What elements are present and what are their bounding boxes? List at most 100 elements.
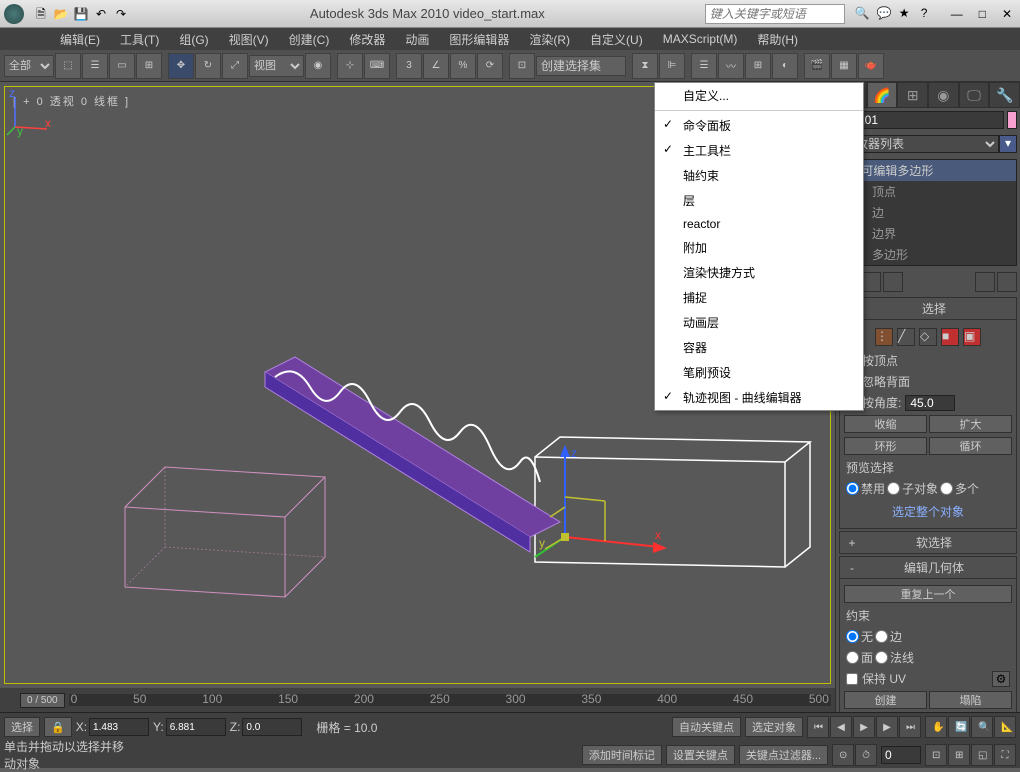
max-toggle-icon[interactable]: ◱ bbox=[971, 744, 993, 766]
object-color-swatch[interactable] bbox=[1007, 111, 1017, 129]
rotate-icon[interactable]: ↻ bbox=[195, 53, 221, 79]
add-time-tag-button[interactable]: 添加时间标记 bbox=[582, 745, 662, 765]
time-slider[interactable]: 0 / 500 050100150200250300350400450500 bbox=[0, 688, 835, 712]
menu-animation[interactable]: 动画 bbox=[395, 31, 439, 48]
constraint-edge-radio[interactable] bbox=[875, 630, 888, 643]
pan-icon[interactable]: ✋ bbox=[925, 716, 947, 738]
menu-modifiers[interactable]: 修改器 bbox=[339, 31, 395, 48]
redo-icon[interactable]: ↷ bbox=[112, 5, 130, 23]
utilities-tab-icon[interactable]: 🔧 bbox=[989, 82, 1020, 108]
help-icon[interactable]: ? bbox=[921, 6, 937, 22]
maximize-button[interactable]: □ bbox=[975, 7, 990, 21]
zoom-extents-icon[interactable]: ⊡ bbox=[925, 744, 947, 766]
set-key-button[interactable]: 设置关键点 bbox=[666, 745, 735, 765]
loop-button[interactable]: 循环 bbox=[929, 437, 1012, 455]
preview-multi-radio[interactable] bbox=[940, 482, 953, 495]
menu-edit[interactable]: 编辑(E) bbox=[50, 31, 110, 48]
select-lock-button[interactable]: 选择 bbox=[4, 717, 40, 737]
modifier-dropdown-button[interactable]: ▾ bbox=[999, 135, 1017, 153]
selected-object-button[interactable]: 选定对象 bbox=[745, 717, 803, 737]
menu-rendering[interactable]: 渲染(R) bbox=[519, 31, 580, 48]
stack-edge[interactable]: 边 bbox=[850, 202, 1016, 223]
communication-icon[interactable]: 💬 bbox=[877, 6, 893, 22]
x-coord-input[interactable] bbox=[89, 718, 149, 736]
select-object-icon[interactable]: ⬚ bbox=[55, 53, 81, 79]
menu-group[interactable]: 组(G) bbox=[169, 31, 218, 48]
spinner-snap-icon[interactable]: ⟳ bbox=[477, 53, 503, 79]
selection-filter[interactable]: 全部 bbox=[4, 55, 54, 77]
border-mode-icon[interactable]: ◇ bbox=[919, 328, 937, 346]
hierarchy-tab-icon[interactable]: ⊞ bbox=[897, 82, 928, 108]
menu-item-command-panel[interactable]: 命令面板 bbox=[655, 113, 863, 138]
menu-views[interactable]: 视图(V) bbox=[219, 31, 279, 48]
schematic-icon[interactable]: ⊞ bbox=[745, 53, 771, 79]
make-unique-icon[interactable] bbox=[883, 272, 903, 292]
star-icon[interactable]: ★ bbox=[899, 6, 915, 22]
angle-spinner[interactable] bbox=[905, 395, 955, 411]
menu-item-render-shortcuts[interactable]: 渲染快捷方式 bbox=[655, 260, 863, 285]
ring-button[interactable]: 环形 bbox=[844, 437, 927, 455]
menu-graph-editors[interactable]: 图形编辑器 bbox=[439, 31, 519, 48]
goto-end-icon[interactable]: ⏭ bbox=[899, 716, 921, 738]
edit-named-sel-icon[interactable]: ⊡ bbox=[509, 53, 535, 79]
soft-selection-header[interactable]: +软选择 bbox=[839, 531, 1017, 554]
menu-item-main-toolbar[interactable]: 主工具栏 bbox=[655, 138, 863, 163]
menu-item-extras[interactable]: 附加 bbox=[655, 235, 863, 260]
menu-item-reactor[interactable]: reactor bbox=[655, 213, 863, 235]
curve-editor-icon[interactable]: 〰 bbox=[718, 53, 744, 79]
polygon-mode-icon[interactable]: ■ bbox=[941, 328, 959, 346]
render-setup-icon[interactable]: 🎬 bbox=[804, 53, 830, 79]
search-input[interactable] bbox=[705, 4, 845, 24]
play-icon[interactable]: ▶ bbox=[853, 716, 875, 738]
motion-tab-icon[interactable]: ◉ bbox=[928, 82, 959, 108]
constraint-face-radio[interactable] bbox=[846, 651, 859, 664]
constraint-none-radio[interactable] bbox=[846, 630, 859, 643]
menu-customize[interactable]: 自定义(U) bbox=[580, 31, 653, 48]
display-tab-icon[interactable]: 🖵 bbox=[959, 82, 990, 108]
menu-help[interactable]: 帮助(H) bbox=[747, 31, 808, 48]
menu-item-snaps[interactable]: 捕捉 bbox=[655, 285, 863, 310]
current-frame-input[interactable] bbox=[881, 746, 921, 764]
show-end-result-icon[interactable] bbox=[861, 272, 881, 292]
fov-icon[interactable]: 📐 bbox=[994, 716, 1016, 738]
menu-item-trackview[interactable]: 轨迹视图 - 曲线编辑器 bbox=[655, 385, 863, 410]
auto-key-button[interactable]: 自动关键点 bbox=[672, 717, 741, 737]
menu-item-axis-constraints[interactable]: 轴约束 bbox=[655, 163, 863, 188]
zoom-icon[interactable]: 🔍 bbox=[971, 716, 993, 738]
layers-icon[interactable]: ☰ bbox=[691, 53, 717, 79]
preserve-uv-settings[interactable]: ⚙ bbox=[992, 671, 1010, 687]
stack-vertex[interactable]: 顶点 bbox=[850, 181, 1016, 202]
angle-snap-icon[interactable]: ∠ bbox=[423, 53, 449, 79]
edge-mode-icon[interactable]: ╱ bbox=[897, 328, 915, 346]
collapse-button[interactable]: 塌陷 bbox=[929, 691, 1012, 709]
close-button[interactable]: ✕ bbox=[998, 7, 1016, 21]
scale-icon[interactable]: ⤢ bbox=[222, 53, 248, 79]
zoom-region-icon[interactable]: ⊞ bbox=[948, 744, 970, 766]
render-frame-icon[interactable]: ▦ bbox=[831, 53, 857, 79]
next-frame-icon[interactable]: ▶ bbox=[876, 716, 898, 738]
lock-icon[interactable]: 🔒 bbox=[44, 717, 72, 737]
y-coord-input[interactable] bbox=[166, 718, 226, 736]
modify-tab-icon[interactable]: 🌈 bbox=[867, 82, 898, 108]
manipulate-icon[interactable]: ⊹ bbox=[337, 53, 363, 79]
app-icon[interactable] bbox=[4, 4, 24, 24]
vertex-mode-icon[interactable]: ⋮ bbox=[875, 328, 893, 346]
min-max-icon[interactable]: ⛶ bbox=[994, 744, 1016, 766]
new-icon[interactable]: 🗎 bbox=[32, 5, 50, 23]
key-filters-button[interactable]: 关键点过滤器... bbox=[739, 745, 828, 765]
constraint-normal-radio[interactable] bbox=[875, 651, 888, 664]
configure-sets-icon[interactable] bbox=[997, 272, 1017, 292]
ref-coord-system[interactable]: 视图 bbox=[249, 55, 304, 77]
align-icon[interactable]: ⊫ bbox=[659, 53, 685, 79]
prev-frame-icon[interactable]: ◀ bbox=[830, 716, 852, 738]
stack-polygon[interactable]: 多边形 bbox=[850, 244, 1016, 265]
menu-item-animation-layers[interactable]: 动画层 bbox=[655, 310, 863, 335]
arc-rotate-icon[interactable]: 🔄 bbox=[948, 716, 970, 738]
select-by-name-icon[interactable]: ☰ bbox=[82, 53, 108, 79]
repeat-last-button[interactable]: 重复上一个 bbox=[844, 585, 1012, 603]
z-coord-input[interactable] bbox=[242, 718, 302, 736]
current-frame[interactable]: 0 / 500 bbox=[20, 693, 65, 708]
select-region-icon[interactable]: ▭ bbox=[109, 53, 135, 79]
menu-maxscript[interactable]: MAXScript(M) bbox=[653, 32, 748, 46]
shrink-button[interactable]: 收缩 bbox=[844, 415, 927, 433]
